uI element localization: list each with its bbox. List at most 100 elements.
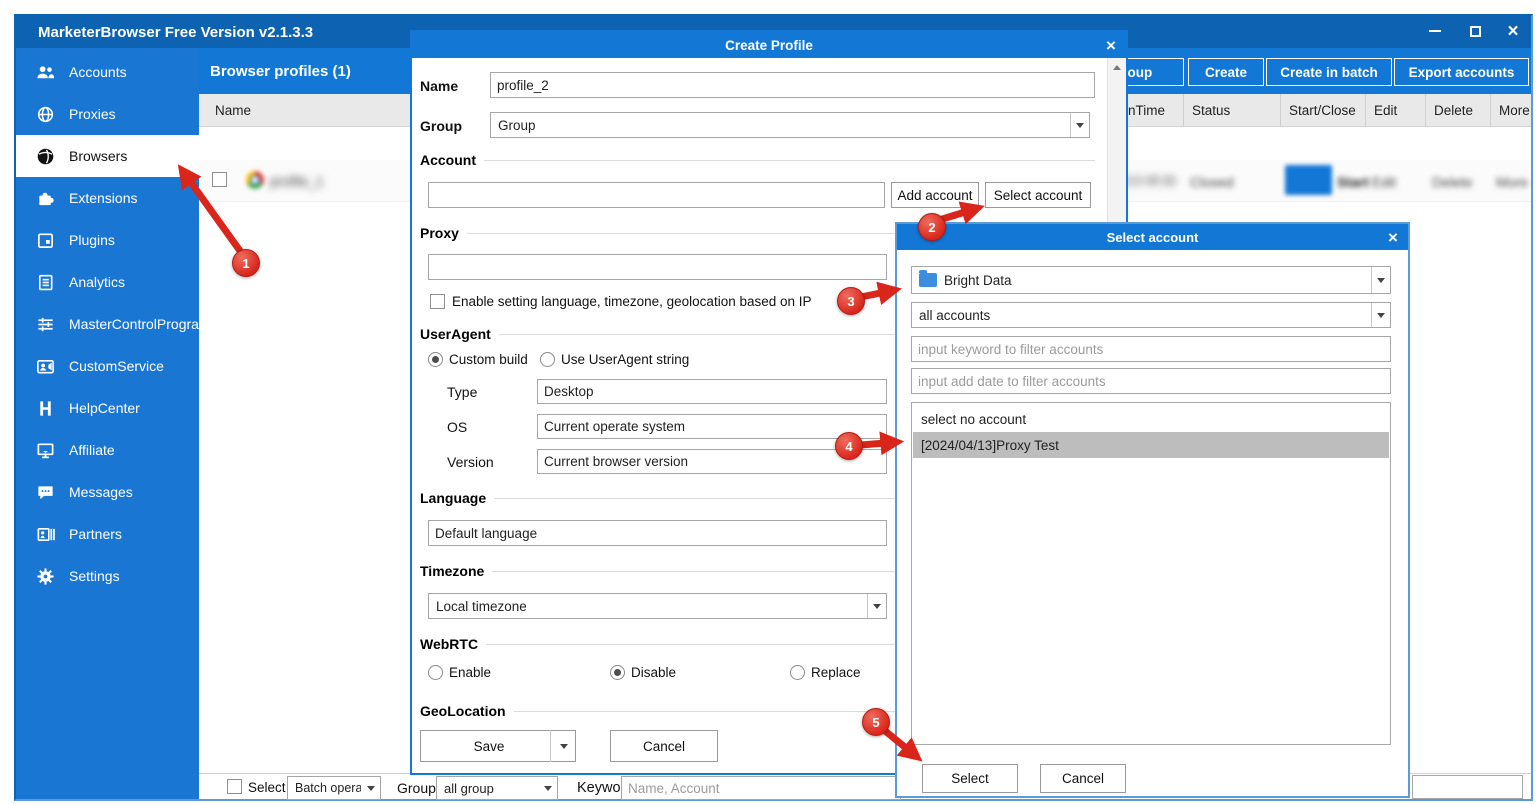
os-input[interactable] [537,414,887,439]
select-button[interactable]: Select [922,764,1018,793]
select-account-title: Select account [1107,230,1199,245]
language-input[interactable] [428,520,887,546]
sidebar-item-label: MasterControlProgram [69,316,211,332]
export-accounts-button[interactable]: Export accounts [1394,58,1529,86]
ip-settings-checkbox[interactable] [430,294,445,309]
account-section-heading: Account [420,152,1095,168]
row-delete-link[interactable]: Delete [1432,174,1472,190]
column-header-name[interactable]: Name [207,94,407,127]
group-label: Group [420,118,462,134]
use-ua-string-label: Use UserAgent string [561,352,689,367]
column-header-start-close[interactable]: Start/Close [1281,94,1366,127]
window-minimize-button[interactable] [1418,18,1452,44]
partners-icon [36,525,55,544]
window-close-button[interactable]: × [1496,18,1530,44]
sidebar-item-proxies[interactable]: Proxies [16,93,199,135]
create-in-batch-button[interactable]: Create in batch [1266,58,1392,86]
sidebar-item-label: Proxies [69,106,116,122]
batch-operation-select[interactable]: Batch operation [287,776,381,800]
account-keyword-filter-input[interactable] [911,336,1391,362]
webrtc-disable-label: Disable [631,665,676,680]
sidebar-item-settings[interactable]: Settings [16,555,199,597]
window-maximize-button[interactable] [1458,18,1492,44]
close-icon[interactable]: × [1106,37,1116,54]
account-input[interactable] [428,182,885,208]
row-start-toggle[interactable] [1285,165,1332,195]
groups-select[interactable]: all group [436,776,558,800]
accounts-icon [36,63,55,82]
select-all-checkbox[interactable] [227,779,242,794]
type-input[interactable] [537,379,887,404]
chevron-down-icon [1371,267,1390,293]
version-input[interactable] [537,449,887,474]
account-date-filter-input[interactable] [911,368,1391,394]
account-filter-value: all accounts [912,308,1371,323]
chevron-down-icon [867,594,886,618]
dialog-cancel-button[interactable]: Cancel [1040,764,1126,793]
list-item-no-account[interactable]: select no account [913,406,1389,432]
row-checkbox[interactable] [212,172,227,187]
account-group-select[interactable]: Bright Data [911,266,1391,294]
column-header-delete[interactable]: Delete [1426,94,1491,127]
sliders-icon [36,315,55,334]
select-account-button[interactable]: Select account [985,182,1091,208]
chevron-down-icon [1371,303,1390,327]
divider [484,160,1095,161]
proxies-globe-icon [36,105,55,124]
scroll-up-icon[interactable] [1108,58,1126,76]
proxy-input[interactable] [428,254,887,280]
column-header-more[interactable]: More [1491,94,1531,127]
webrtc-disable-radio[interactable] [610,665,625,680]
keyword-input[interactable] [621,776,901,800]
minimize-icon [1429,30,1441,32]
row-status: Closed [1190,174,1234,190]
chat-bubble-icon [36,483,55,502]
column-header-edit[interactable]: Edit [1366,94,1426,127]
sidebar-item-label: Browsers [69,148,127,164]
custom-build-radio[interactable] [428,352,443,367]
account-filter-select[interactable]: all accounts [911,302,1391,328]
webrtc-replace-radio[interactable] [790,665,805,680]
list-item-account[interactable]: [2024/04/13]Proxy Test [913,432,1389,458]
timezone-select[interactable]: Local timezone [428,593,887,619]
analytics-icon [36,273,55,292]
version-label: Version [447,454,494,470]
row-edit-link[interactable]: Edit [1372,174,1396,190]
sidebar-item-accounts[interactable]: Accounts [16,51,199,93]
bottom-right-input[interactable] [1412,775,1523,799]
save-dropdown-button[interactable] [550,730,576,762]
sidebar-item-affiliate[interactable]: Affiliate [16,429,199,471]
batch-operation-value: Batch operation [288,781,361,795]
sidebar-item-messages[interactable]: Messages [16,471,199,513]
close-icon[interactable]: × [1388,229,1398,246]
sidebar-item-browsers[interactable]: Browsers [16,135,199,177]
profile-name-input[interactable] [490,72,1095,98]
monitor-icon [36,441,55,460]
use-ua-string-radio[interactable] [540,352,555,367]
browsers-globe-icon [36,147,55,166]
add-account-button[interactable]: Add account [891,182,979,208]
sidebar-item-partners[interactable]: Partners [16,513,199,555]
column-header-status[interactable]: Status [1184,94,1281,127]
sidebar-item-plugins[interactable]: Plugins [16,219,199,261]
sidebar-item-analytics[interactable]: Analytics [16,261,199,303]
close-icon: × [1507,22,1518,41]
row-more-link[interactable]: More [1496,174,1528,190]
group-select[interactable]: Group [490,112,1090,138]
create-profile-titlebar: Create Profile [412,32,1126,58]
sidebar-item-helpcenter[interactable]: HelpCenter [16,387,199,429]
sidebar-item-extensions[interactable]: Extensions [16,177,199,219]
ip-settings-checkbox-label: Enable setting language, timezone, geolo… [452,294,812,309]
sidebar-item-label: Messages [69,484,133,500]
sidebar-item-mastercontrolprogram[interactable]: MasterControlProgram [16,303,199,345]
webrtc-enable-radio[interactable] [428,665,443,680]
create-button[interactable]: Create [1188,58,1264,86]
account-group-value: Bright Data [937,273,1371,288]
name-label: Name [420,78,458,94]
plugins-icon [36,231,55,250]
sidebar-item-label: Plugins [69,232,115,248]
cancel-button[interactable]: Cancel [610,730,718,762]
row-start-label[interactable]: Start [1337,174,1369,190]
sidebar-item-customservice[interactable]: CustomService [16,345,199,387]
profile-name: profile_1 [270,173,324,189]
